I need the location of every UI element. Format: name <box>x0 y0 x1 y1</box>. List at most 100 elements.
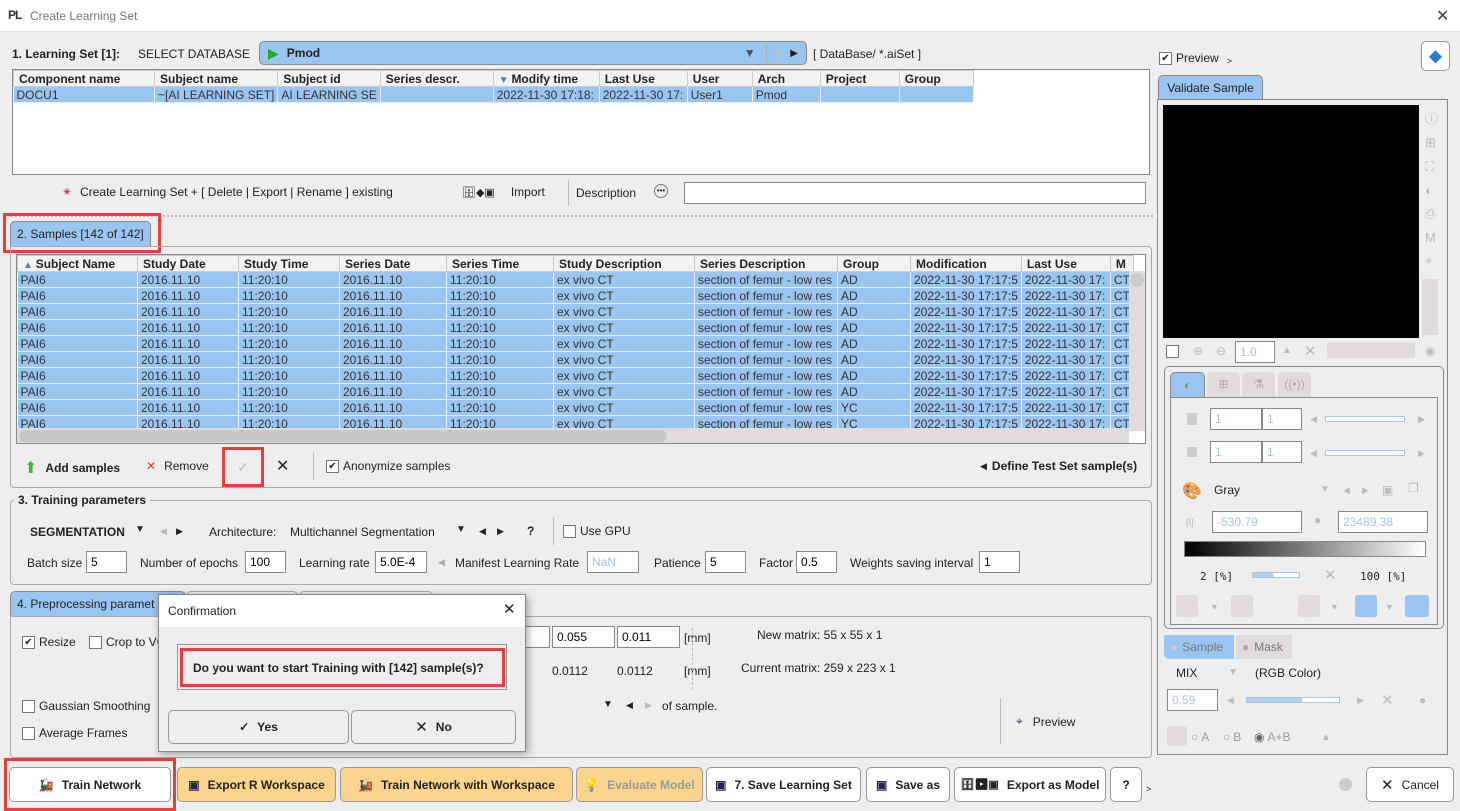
sample-prev-icon[interactable]: ◀ <box>626 700 633 711</box>
print-icon[interactable]: ⎙ <box>1425 206 1438 222</box>
opacity-dot-icon[interactable]: ● <box>1419 693 1426 707</box>
m-icon[interactable]: M <box>1425 230 1438 245</box>
save-learning-set-button[interactable]: ▣ 7. Save Learning Set <box>706 767 861 802</box>
tab-signal[interactable]: ((•)) <box>1278 372 1311 397</box>
overlay-dropdown-icon[interactable]: ▼ <box>1210 602 1219 612</box>
table-row[interactable]: DOCU1 ~[AI LEARNING SET] AI LEARNING SE 202… <box>13 86 974 103</box>
new-pixel-z-input[interactable] <box>617 626 680 648</box>
create-learning-set-button[interactable]: ✴ Create Learning Set + [ Delete | Expor… <box>62 185 393 199</box>
opacity-prev-icon[interactable]: ◀ <box>1227 695 1234 706</box>
next-arrow-icon[interactable]: ▶ <box>790 48 798 59</box>
use-gpu-checkbox[interactable]: Use GPU <box>563 524 631 538</box>
info-icon[interactable]: ⓘ <box>1425 108 1438 127</box>
no-button[interactable]: ✕ No <box>351 710 516 744</box>
ls-column-header[interactable]: ▼ Modify time <box>492 70 600 87</box>
table-row[interactable]: PAI6 2016.11.10 11:20:10 2016.11.10 11:20:10… <box>17 399 1134 416</box>
tab-validate-sample[interactable]: Validate Sample <box>1158 75 1263 100</box>
preview-button[interactable]: ⌖ Preview <box>1016 714 1075 729</box>
train-network-button[interactable]: 🚂 Train Network <box>9 767 171 802</box>
table-row[interactable]: PAI6 2016.11.10 11:20:10 2016.11.10 11:20:10… <box>17 367 1134 384</box>
anonymize-checkbox[interactable]: ✔ Anonymize samples <box>326 459 450 473</box>
radio-b[interactable]: ○ B <box>1223 730 1241 744</box>
samples-column-header[interactable]: Modification <box>910 255 1022 272</box>
ls-column-header[interactable]: Series descr. <box>379 70 494 87</box>
cancel-button[interactable]: ✕ Cancel <box>1366 767 1454 802</box>
hand-dropdown-icon[interactable]: ▼ <box>1385 602 1394 612</box>
reset-x-icon[interactable]: ✕ <box>1304 342 1317 360</box>
max-input[interactable] <box>1338 511 1428 533</box>
ls-column-header[interactable]: Subject name <box>153 70 279 87</box>
table-row[interactable]: PAI6 2016.11.10 11:20:10 2016.11.10 11:20:10… <box>17 335 1134 352</box>
hierarchy-icon[interactable]: ⊞ <box>1425 135 1438 151</box>
grid-dropdown-icon[interactable]: ▼ <box>1330 602 1339 612</box>
mode-dropdown-icon[interactable]: ▼ <box>135 524 145 535</box>
batch-size-input[interactable] <box>86 551 127 573</box>
copy-lr-icon[interactable]: ◀ <box>438 557 445 568</box>
table-row[interactable]: PAI6 2016.11.10 11:20:10 2016.11.10 11:20:10… <box>17 271 1134 288</box>
viewer-slider[interactable] <box>1422 279 1438 335</box>
slice-next-icon[interactable]: ▶ <box>1418 414 1425 425</box>
ls-column-header[interactable]: Last Use <box>598 70 688 87</box>
expand-arrow-icon[interactable]: > <box>1146 784 1151 794</box>
tab-layout[interactable]: ⊞ <box>1207 372 1240 397</box>
colormap-invert-icon[interactable]: ▣ <box>1382 483 1393 497</box>
colormap-copy-icon[interactable]: ❐ <box>1408 481 1419 495</box>
collapse-up-icon[interactable]: ▲ <box>1321 732 1331 743</box>
shape-button[interactable] <box>1405 595 1429 617</box>
colormap-next-icon[interactable]: ▶ <box>1362 485 1369 496</box>
opacity-x-icon[interactable]: ✕ <box>1381 691 1394 709</box>
patience-input[interactable] <box>705 551 746 573</box>
architecture-next-icon[interactable]: ▶ <box>497 526 504 537</box>
database-selector[interactable]: ▶ Pmod ▼ ◀ ▶ <box>259 41 807 65</box>
radio-a[interactable]: ○ A <box>1191 730 1209 744</box>
colormap-prev-icon[interactable]: ◀ <box>1343 485 1350 496</box>
chevron-down-icon[interactable]: ▼ <box>744 46 756 60</box>
horizontal-scrollbar-track[interactable] <box>17 428 1129 443</box>
blend-button[interactable] <box>1231 595 1253 617</box>
tab-tools[interactable]: ⚗ <box>1242 372 1275 397</box>
clear-x-icon[interactable]: ✕ <box>276 456 289 476</box>
grid-button[interactable] <box>1298 595 1320 617</box>
frame-next-icon[interactable]: ▶ <box>1418 448 1425 459</box>
save-as-button[interactable]: ▣ Save as <box>866 767 950 802</box>
samples-column-header[interactable]: Study Date <box>137 255 239 272</box>
opacity-slider[interactable] <box>1246 697 1340 703</box>
evaluate-model-button[interactable]: 💡 Evaluate Model <box>576 767 703 802</box>
add-samples-button[interactable]: ⬆ Add samples <box>24 458 120 478</box>
samples-column-header[interactable]: Study Description <box>553 255 695 272</box>
table-row[interactable]: PAI6 2016.11.10 11:20:10 2016.11.10 11:20:10… <box>17 319 1134 336</box>
mode-next-icon[interactable]: ▶ <box>176 526 183 537</box>
contrast-icon[interactable]: ◐ <box>1425 183 1438 198</box>
samples-column-header[interactable]: M <box>1109 255 1134 272</box>
table-row[interactable]: PAI6 2016.11.10 11:20:10 2016.11.10 11:20:10… <box>17 383 1134 400</box>
remove-button[interactable]: ✕ Remove <box>146 459 209 473</box>
sample-dropdown-icon[interactable]: ▼ <box>603 699 613 710</box>
table-row[interactable]: PAI6 2016.11.10 11:20:10 2016.11.10 11:20:10… <box>17 351 1134 368</box>
ls-column-header[interactable]: Arch <box>751 70 821 87</box>
table-row[interactable]: PAI6 2016.11.10 11:20:10 2016.11.10 11:20:10… <box>17 287 1134 304</box>
architecture-dropdown-icon[interactable]: ▼ <box>456 524 466 535</box>
sample-next-icon[interactable]: ▶ <box>645 700 652 711</box>
fit-icon[interactable]: ⛶ <box>1425 159 1438 175</box>
gaussian-checkbox[interactable]: Gaussian Smoothing <box>22 699 150 713</box>
vertical-scrollbar[interactable] <box>1129 271 1145 431</box>
crop-checkbox[interactable]: Crop to VO <box>89 635 166 649</box>
factor-input[interactable] <box>796 551 837 573</box>
dialog-close-icon[interactable]: ✕ <box>503 600 516 618</box>
min-input[interactable] <box>1212 511 1302 533</box>
yes-button[interactable]: ✓ Yes <box>168 710 349 744</box>
architecture-prev-icon[interactable]: ◀ <box>479 526 486 537</box>
radio-a-plus-b[interactable]: ◉ A+B <box>1254 730 1291 744</box>
preview-checkbox[interactable]: ✔ Preview > <box>1159 50 1232 66</box>
export-as-model-button[interactable]: 🗄▶▣ Export as Model <box>954 767 1106 802</box>
head-profile-button[interactable]: ◆ <box>1421 41 1450 71</box>
opacity-next-icon[interactable]: ▶ <box>1357 695 1364 706</box>
description-input[interactable] <box>684 182 1146 204</box>
epochs-input[interactable] <box>245 551 286 573</box>
define-test-set-button[interactable]: ◀ Define Test Set sample(s) <box>980 459 1137 473</box>
samples-column-header[interactable]: Series Time <box>446 255 554 272</box>
zoom-input[interactable] <box>1235 341 1275 363</box>
prev-arrow-icon[interactable]: ◀ <box>773 48 781 59</box>
export-r-workspace-button[interactable]: ▣ Export R Workspace <box>177 767 336 802</box>
frame-slider[interactable] <box>1325 450 1405 456</box>
